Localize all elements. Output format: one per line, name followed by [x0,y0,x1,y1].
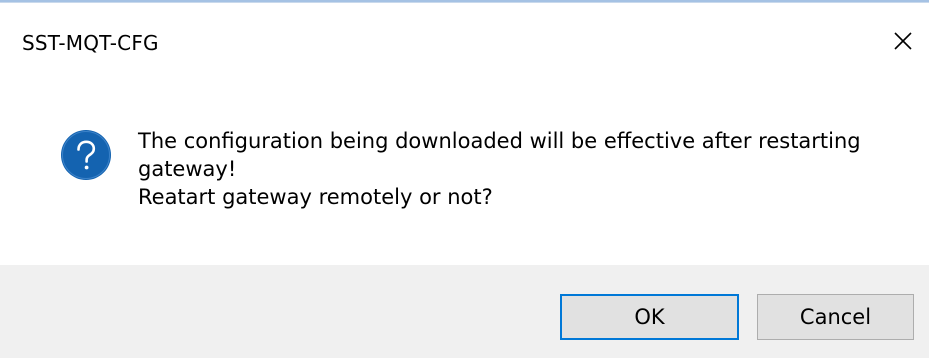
dialog-footer: OK Cancel [0,265,929,358]
close-button[interactable] [883,21,929,61]
ok-button[interactable]: OK [560,294,739,340]
cancel-button[interactable]: Cancel [757,294,914,340]
message-line: gateway! [138,157,237,181]
question-icon [61,130,111,180]
dialog-message: The configuration being downloaded will … [138,127,908,211]
message-line: Reatart gateway remotely or not? [138,185,493,209]
dialog-content: The configuration being downloaded will … [0,79,929,265]
close-icon [894,32,912,50]
message-dialog: SST-MQT-CFG The configuration being down… [0,0,929,358]
title-bar[interactable]: SST-MQT-CFG [0,3,929,79]
window-title: SST-MQT-CFG [22,31,159,55]
message-line: The configuration being downloaded will … [138,129,861,153]
